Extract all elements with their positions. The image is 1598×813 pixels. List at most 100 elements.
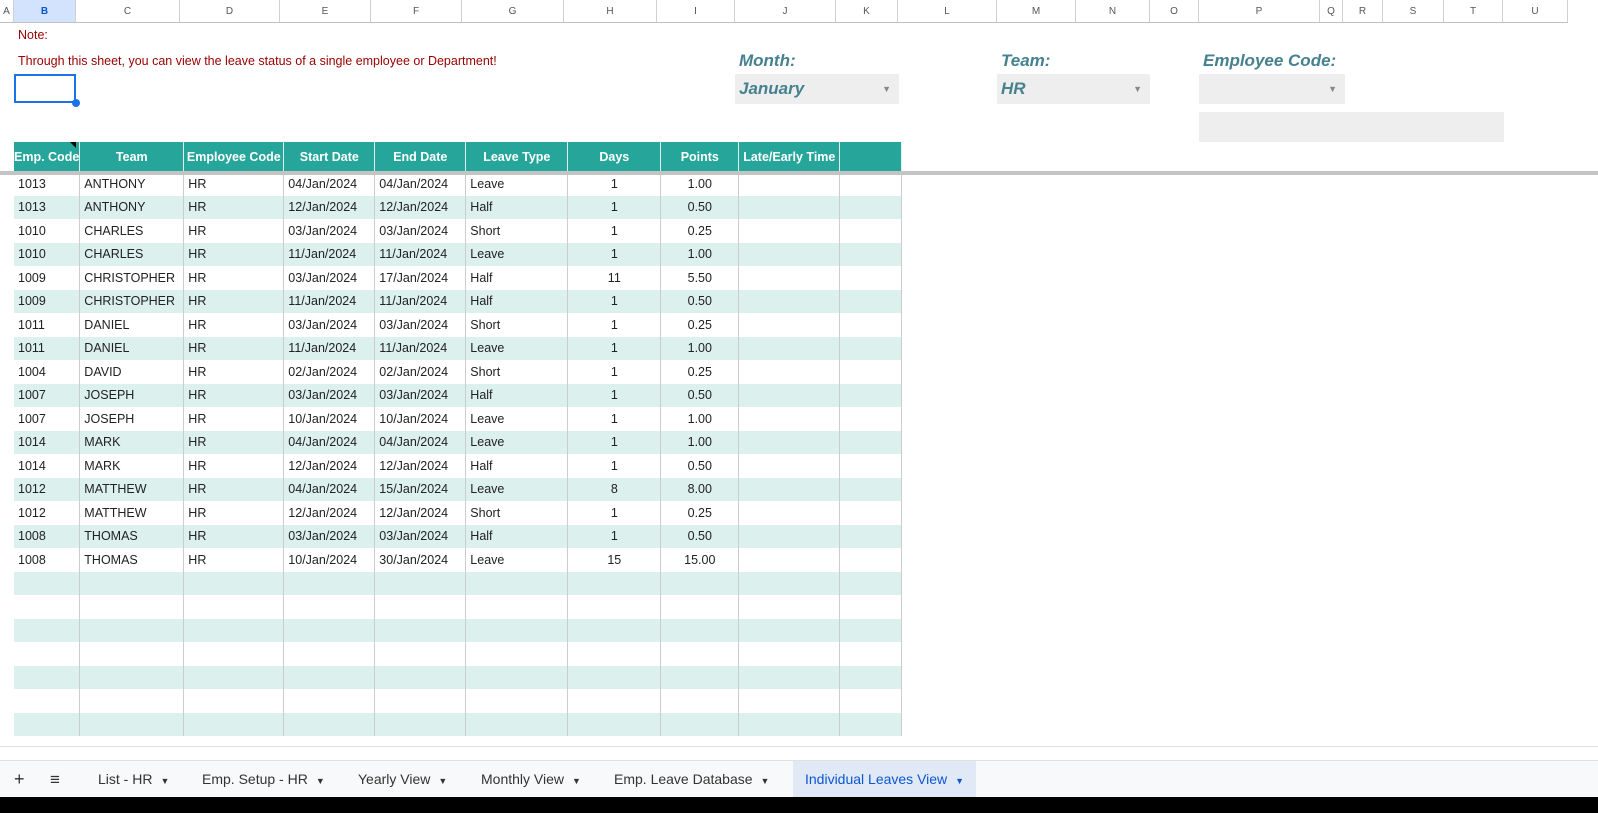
table-cell[interactable]	[79, 595, 185, 619]
table-cell[interactable]	[738, 712, 841, 736]
table-cell[interactable]: Leave	[465, 407, 569, 431]
table-cell[interactable]	[567, 618, 662, 642]
table-cell[interactable]: THOMAS	[79, 548, 185, 572]
table-cell[interactable]: 12/Jan/2024	[283, 454, 376, 478]
table-cell[interactable]: JOSEPH	[79, 407, 185, 431]
column-header-j[interactable]: J	[735, 0, 836, 23]
table-cell[interactable]: 03/Jan/2024	[283, 266, 376, 290]
table-cell[interactable]: 03/Jan/2024	[283, 383, 376, 407]
column-header-c[interactable]: C	[76, 0, 180, 23]
column-header-m[interactable]: M	[997, 0, 1076, 23]
table-cell[interactable]: 1	[567, 454, 662, 478]
table-cell[interactable]	[14, 665, 81, 689]
table-cell[interactable]: 11/Jan/2024	[374, 336, 467, 360]
table-cell[interactable]: 1007	[14, 407, 81, 431]
table-cell[interactable]: 1014	[14, 430, 81, 454]
table-cell[interactable]	[839, 595, 903, 619]
table-cell[interactable]: HR	[183, 477, 285, 501]
table-cell[interactable]	[183, 665, 285, 689]
table-cell[interactable]: 11/Jan/2024	[374, 289, 467, 313]
table-cell[interactable]: 1009	[14, 289, 81, 313]
table-cell[interactable]	[660, 571, 740, 595]
table-cell[interactable]: ANTHONY	[79, 172, 185, 196]
table-cell[interactable]: JOSEPH	[79, 383, 185, 407]
table-cell[interactable]	[183, 689, 285, 713]
table-cell[interactable]	[738, 242, 841, 266]
table-cell[interactable]	[465, 642, 569, 666]
table-cell[interactable]: 04/Jan/2024	[374, 172, 467, 196]
table-cell[interactable]: ANTHONY	[79, 195, 185, 219]
table-cell[interactable]	[738, 172, 841, 196]
table-cell[interactable]	[79, 689, 185, 713]
table-cell[interactable]: 1	[567, 407, 662, 431]
table-cell[interactable]: 1	[567, 195, 662, 219]
table-cell[interactable]	[567, 595, 662, 619]
table-cell[interactable]	[567, 689, 662, 713]
table-cell[interactable]	[738, 665, 841, 689]
table-cell[interactable]: 5.50	[660, 266, 740, 290]
table-cell[interactable]	[660, 689, 740, 713]
table-cell[interactable]: 10/Jan/2024	[283, 548, 376, 572]
table-cell[interactable]: 1012	[14, 477, 81, 501]
table-cell[interactable]	[839, 454, 903, 478]
table-cell[interactable]	[839, 172, 903, 196]
table-cell[interactable]: 0.50	[660, 383, 740, 407]
table-cell[interactable]: 15.00	[660, 548, 740, 572]
tab-menu-arrow-icon[interactable]: ▼	[438, 776, 447, 786]
table-cell[interactable]: 1009	[14, 266, 81, 290]
table-cell[interactable]: 30/Jan/2024	[374, 548, 467, 572]
sheet-tab[interactable]: List - HR ▼	[86, 761, 181, 797]
table-cell[interactable]: HR	[183, 430, 285, 454]
table-cell[interactable]: 1004	[14, 360, 81, 384]
sheet-tab[interactable]: Emp. Leave Database ▼	[602, 761, 781, 797]
table-cell[interactable]: 11/Jan/2024	[283, 242, 376, 266]
table-cell[interactable]: HR	[183, 524, 285, 548]
table-cell[interactable]	[374, 595, 467, 619]
table-cell[interactable]	[14, 642, 81, 666]
table-cell[interactable]: 0.25	[660, 501, 740, 525]
table-cell[interactable]: HR	[183, 383, 285, 407]
tab-menu-arrow-icon[interactable]: ▼	[955, 776, 964, 786]
table-cell[interactable]	[79, 618, 185, 642]
column-header-l[interactable]: L	[898, 0, 997, 23]
table-cell[interactable]	[839, 430, 903, 454]
table-cell[interactable]: 03/Jan/2024	[283, 219, 376, 243]
table-cell[interactable]: 12/Jan/2024	[283, 195, 376, 219]
table-cell[interactable]: MARK	[79, 430, 185, 454]
table-cell[interactable]	[283, 642, 376, 666]
table-cell[interactable]: HR	[183, 313, 285, 337]
table-cell[interactable]: CHRISTOPHER	[79, 289, 185, 313]
table-cell[interactable]: HR	[183, 407, 285, 431]
table-cell[interactable]: 8	[567, 477, 662, 501]
table-cell[interactable]: Half	[465, 195, 569, 219]
table-cell[interactable]	[839, 665, 903, 689]
table-cell[interactable]: MATTHEW	[79, 501, 185, 525]
table-cell[interactable]: Half	[465, 454, 569, 478]
column-header-g[interactable]: G	[462, 0, 564, 23]
team-dropdown[interactable]: HR ▼	[997, 74, 1150, 104]
table-cell[interactable]	[738, 195, 841, 219]
column-header-cell[interactable]: Days	[567, 142, 662, 172]
table-cell[interactable]: 1.00	[660, 430, 740, 454]
table-cell[interactable]	[374, 642, 467, 666]
table-cell[interactable]	[738, 266, 841, 290]
all-sheets-menu-icon[interactable]: ≡	[38, 761, 72, 797]
table-cell[interactable]	[738, 618, 841, 642]
table-cell[interactable]	[14, 712, 81, 736]
column-header-i[interactable]: I	[657, 0, 735, 23]
column-header-cell[interactable]: End Date	[374, 142, 467, 172]
table-cell[interactable]: 1010	[14, 242, 81, 266]
table-cell[interactable]: 02/Jan/2024	[374, 360, 467, 384]
table-cell[interactable]: MARK	[79, 454, 185, 478]
table-cell[interactable]: 0.25	[660, 219, 740, 243]
table-cell[interactable]: Leave	[465, 430, 569, 454]
table-cell[interactable]: 1.00	[660, 336, 740, 360]
table-cell[interactable]	[738, 383, 841, 407]
table-cell[interactable]	[839, 477, 903, 501]
table-cell[interactable]	[14, 689, 81, 713]
sheet-tab[interactable]: Emp. Setup - HR ▼	[190, 761, 337, 797]
table-cell[interactable]	[839, 642, 903, 666]
table-cell[interactable]	[839, 360, 903, 384]
table-cell[interactable]: HR	[183, 172, 285, 196]
column-header-cell[interactable]: Team	[79, 142, 185, 172]
